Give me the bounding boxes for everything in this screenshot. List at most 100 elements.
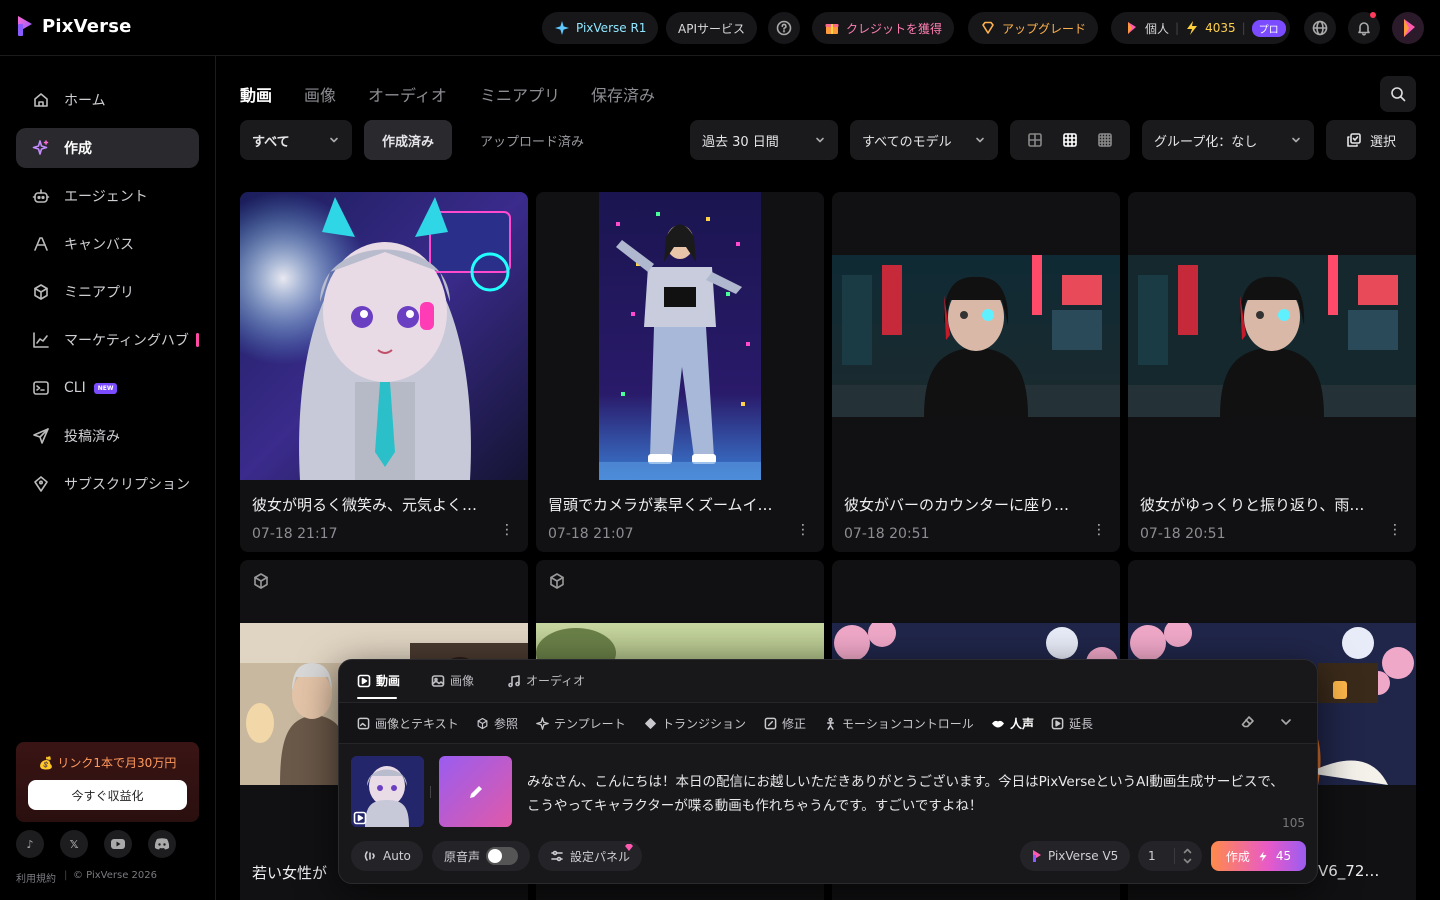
pixverse-r1-button[interactable]: PixVerse R1 xyxy=(542,12,659,44)
sidebar-item-posted[interactable]: 投稿済み xyxy=(16,416,199,456)
composer-panel: 動画 画像 オーディオ 画像とテキスト 参照 テンプレート トランジション 修正… xyxy=(338,659,1318,884)
tool-image-text[interactable]: 画像とテキスト xyxy=(357,715,459,732)
char-count: 105 xyxy=(1282,816,1305,830)
cube-icon xyxy=(548,572,566,590)
sidebar-item-label: CLI xyxy=(64,380,86,396)
youtube-icon[interactable] xyxy=(104,830,132,858)
notification-dot xyxy=(1370,12,1376,18)
period-dropdown[interactable]: 過去 30 日間 xyxy=(690,120,838,160)
user-avatar[interactable] xyxy=(1392,12,1424,44)
help-button[interactable] xyxy=(768,12,800,44)
model-dropdown[interactable]: すべてのモデル xyxy=(850,120,998,160)
search-button[interactable] xyxy=(1380,76,1416,112)
tab-audio[interactable]: オーディオ xyxy=(368,82,447,106)
auto-voice-button[interactable]: Auto xyxy=(351,841,423,871)
sidebar-item-cli[interactable]: CLI NEW xyxy=(16,368,199,408)
video-card[interactable]: 彼女がゆっくりと振り返り、雨… 07-18 20:51 ⋮ xyxy=(1128,192,1416,552)
type-filter-dropdown[interactable]: すべて xyxy=(240,120,352,160)
settings-panel-button[interactable]: 設定パネル xyxy=(538,841,643,871)
type-filter-value: すべて xyxy=(252,134,290,150)
tool-label: 延長 xyxy=(1069,717,1094,731)
group-by-dropdown[interactable]: グループ化：なし xyxy=(1142,120,1314,160)
api-service-button[interactable]: APIサービス xyxy=(666,12,757,44)
tool-modify[interactable]: 修正 xyxy=(764,715,806,732)
monetize-button[interactable]: 今すぐ収益化 xyxy=(28,780,187,810)
composer-tab-audio[interactable]: オーディオ xyxy=(507,672,585,689)
brand-logo[interactable]: PixVerse xyxy=(16,14,132,38)
upgrade-button[interactable]: アップグレード xyxy=(968,12,1099,44)
tab-video[interactable]: 動画 xyxy=(240,82,272,106)
tab-image[interactable]: 画像 xyxy=(304,82,336,106)
notifications-button[interactable] xyxy=(1348,12,1380,44)
tool-motion-control[interactable]: モーションコントロール xyxy=(824,715,974,732)
video-card[interactable]: 冒頭でカメラが素早くズームイ… 07-18 21:07 ⋮ xyxy=(536,192,824,552)
video-card[interactable]: 彼女がバーのカウンターに座り… 07-18 20:51 ⋮ xyxy=(832,192,1120,552)
tab-mini-apps[interactable]: ミニアプリ xyxy=(480,82,560,106)
chevron-down-icon xyxy=(328,134,340,146)
sidebar-item-home[interactable]: ホーム xyxy=(16,80,199,120)
tiktok-icon[interactable]: ♪ xyxy=(16,830,44,858)
toggle-switch[interactable] xyxy=(486,847,519,865)
tab-saved[interactable]: 保存済み xyxy=(591,82,655,106)
sidebar-item-label: マーケティングハブ xyxy=(64,333,189,349)
avatar-icon xyxy=(1398,17,1418,39)
grid-large-icon[interactable] xyxy=(1027,132,1043,148)
more-options-icon[interactable]: ⋮ xyxy=(1388,523,1402,537)
created-filter-button[interactable]: 作成済み xyxy=(364,120,452,160)
tool-voice[interactable]: 人声 xyxy=(991,715,1034,732)
tool-label: モーションコントロール xyxy=(842,717,974,731)
collapse-button[interactable] xyxy=(1279,715,1293,729)
composer-tab-video[interactable]: 動画 xyxy=(357,672,400,689)
active-tab-underline xyxy=(357,697,397,699)
terms-link[interactable]: 利用規約 xyxy=(16,870,56,885)
video-thumbnail xyxy=(240,192,528,480)
composer-tab-image[interactable]: 画像 xyxy=(431,672,474,689)
quantity-stepper[interactable]: 1 xyxy=(1138,841,1202,871)
sidebar-item-marketing-hub[interactable]: マーケティングハブ xyxy=(16,320,199,360)
create-button[interactable]: 作成 45 xyxy=(1211,841,1306,871)
pixverse-logo-icon xyxy=(1032,849,1042,863)
sparkle-icon xyxy=(536,717,549,730)
get-credits-button[interactable]: クレジットを獲得 xyxy=(812,12,955,44)
sidebar-item-mini-apps[interactable]: ミニアプリ xyxy=(16,272,199,312)
motion-icon xyxy=(824,717,837,730)
sidebar-item-label: ミニアプリ xyxy=(64,285,134,301)
discord-icon[interactable] xyxy=(148,830,176,858)
sidebar-item-create[interactable]: 作成 xyxy=(16,128,199,168)
chevron-up-icon[interactable] xyxy=(1183,848,1192,854)
grid-size-toggle xyxy=(1010,120,1130,160)
tool-extend[interactable]: 延長 xyxy=(1051,715,1093,732)
sidebar-item-canvas[interactable]: キャンバス xyxy=(16,224,199,264)
video-card[interactable]: 彼女が明るく微笑み、元気よく… 07-18 21:17 ⋮ xyxy=(240,192,528,552)
select-button[interactable]: 選択 xyxy=(1326,120,1416,160)
avatar-mini-icon xyxy=(1123,20,1139,36)
language-button[interactable] xyxy=(1304,12,1336,44)
grid-medium-icon[interactable] xyxy=(1062,132,1078,148)
account-credits-pill[interactable]: 個人 | 4035 | プロ xyxy=(1111,12,1290,44)
clear-button[interactable] xyxy=(1241,715,1255,729)
tool-reference[interactable]: 参照 xyxy=(476,715,518,732)
more-options-icon[interactable]: ⋮ xyxy=(500,523,514,537)
original-audio-label: 原音声 xyxy=(444,849,481,864)
sidebar-item-label: 投稿済み xyxy=(64,429,120,445)
edit-prompt-button[interactable] xyxy=(439,756,512,827)
reference-image-thumbnail[interactable] xyxy=(351,756,424,827)
prompt-input[interactable]: みなさん、こんにちは！本日の配信にお越しいただきありがとうございます。今日はPi… xyxy=(527,770,1287,818)
composer-tab-label: オーディオ xyxy=(526,674,586,688)
model-select-button[interactable]: PixVerse V5 xyxy=(1020,841,1131,871)
diamond-icon xyxy=(980,20,996,36)
more-options-icon[interactable]: ⋮ xyxy=(1092,523,1106,537)
question-icon xyxy=(776,20,792,36)
sidebar-item-subscription[interactable]: サブスクリプション xyxy=(16,464,199,504)
sidebar-item-label: 作成 xyxy=(64,141,92,157)
more-options-icon[interactable]: ⋮ xyxy=(796,523,810,537)
grid-small-icon[interactable] xyxy=(1097,132,1113,148)
pencil-icon xyxy=(467,783,485,801)
uploaded-filter-button[interactable]: アップロード済み xyxy=(462,120,602,160)
x-icon[interactable]: 𝕏 xyxy=(60,830,88,858)
sidebar-item-agent[interactable]: エージェント xyxy=(16,176,199,216)
tool-transition[interactable]: トランジション xyxy=(644,715,746,732)
original-audio-toggle[interactable]: 原音声 xyxy=(432,841,531,871)
tool-template[interactable]: テンプレート xyxy=(536,715,626,732)
chevron-down-icon[interactable] xyxy=(1183,858,1192,864)
